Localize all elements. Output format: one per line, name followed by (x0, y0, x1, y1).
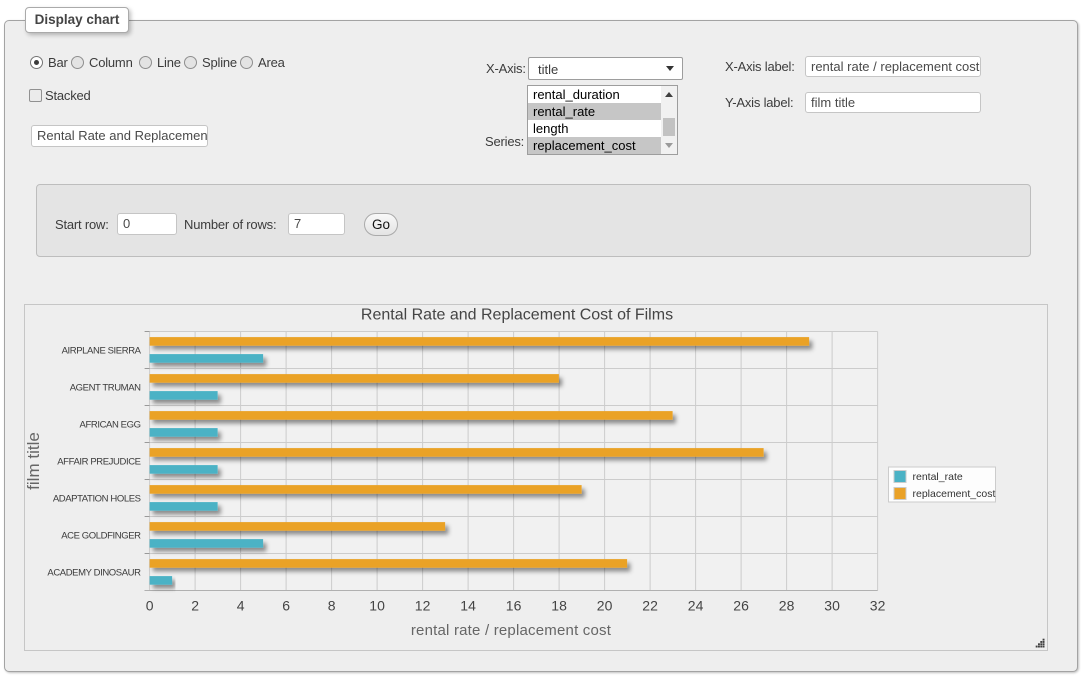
svg-text:12: 12 (415, 598, 431, 614)
svg-text:ACADEMY DINOSAUR: ACADEMY DINOSAUR (47, 568, 141, 579)
svg-text:4: 4 (237, 598, 245, 614)
svg-text:ADAPTATION HOLES: ADAPTATION HOLES (53, 494, 141, 505)
svg-text:AFRICAN EGG: AFRICAN EGG (80, 420, 141, 431)
svg-text:Rental Rate and Replacement Co: Rental Rate and Replacement Cost of Film… (361, 307, 673, 324)
svg-text:replacement_cost: replacement_cost (913, 488, 996, 500)
svg-text:30: 30 (824, 598, 840, 614)
svg-text:0: 0 (146, 598, 154, 614)
svg-text:28: 28 (779, 598, 795, 614)
svg-text:AFFAIR PREJUDICE: AFFAIR PREJUDICE (57, 457, 140, 468)
svg-text:10: 10 (369, 598, 385, 614)
svg-text:32: 32 (870, 598, 886, 614)
svg-text:22: 22 (642, 598, 658, 614)
svg-text:16: 16 (506, 598, 522, 614)
svg-text:8: 8 (328, 598, 336, 614)
svg-text:AIRPLANE SIERRA: AIRPLANE SIERRA (62, 346, 142, 357)
svg-text:6: 6 (282, 598, 290, 614)
svg-text:20: 20 (597, 598, 613, 614)
svg-text:rental_rate: rental_rate (913, 471, 963, 483)
svg-text:film title: film title (25, 432, 43, 490)
svg-text:rental rate / replacement cost: rental rate / replacement cost (411, 622, 612, 639)
svg-text:AGENT TRUMAN: AGENT TRUMAN (70, 383, 141, 394)
svg-text:24: 24 (688, 598, 704, 614)
svg-text:ACE GOLDFINGER: ACE GOLDFINGER (61, 531, 141, 542)
svg-text:26: 26 (733, 598, 749, 614)
svg-text:14: 14 (460, 598, 476, 614)
svg-text:2: 2 (191, 598, 199, 614)
svg-text:18: 18 (551, 598, 567, 614)
